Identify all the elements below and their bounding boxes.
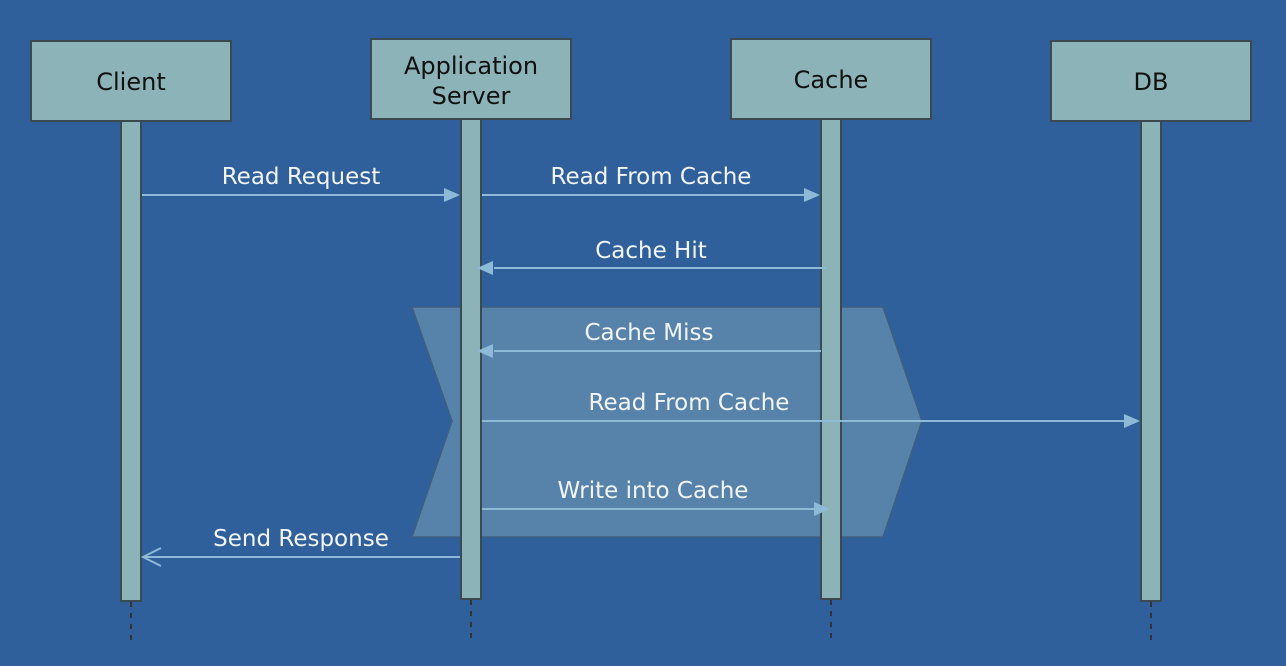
message-label: Read Request	[222, 164, 381, 190]
message-label: Send Response	[213, 526, 389, 552]
participant-label-line2: Server	[432, 82, 511, 110]
message-label: Cache Miss	[584, 320, 713, 346]
lifeline-activation	[820, 118, 842, 600]
participant-label: Client	[96, 68, 165, 96]
message-label: Read From Cache	[551, 164, 752, 190]
message-label: Write into Cache	[558, 478, 749, 504]
lifeline-activation	[1140, 120, 1162, 602]
participant-label-line1: Application	[404, 52, 538, 80]
lifeline-activation	[460, 118, 482, 600]
participant-label: DB	[1134, 68, 1169, 96]
sequence-diagram: Client Application Server Cache DB Read …	[0, 0, 1286, 666]
participant-label: Cache	[794, 66, 869, 94]
message-label: Read From Cache	[589, 390, 790, 416]
message-label: Cache Hit	[595, 238, 707, 264]
lifeline-activation	[120, 120, 142, 602]
